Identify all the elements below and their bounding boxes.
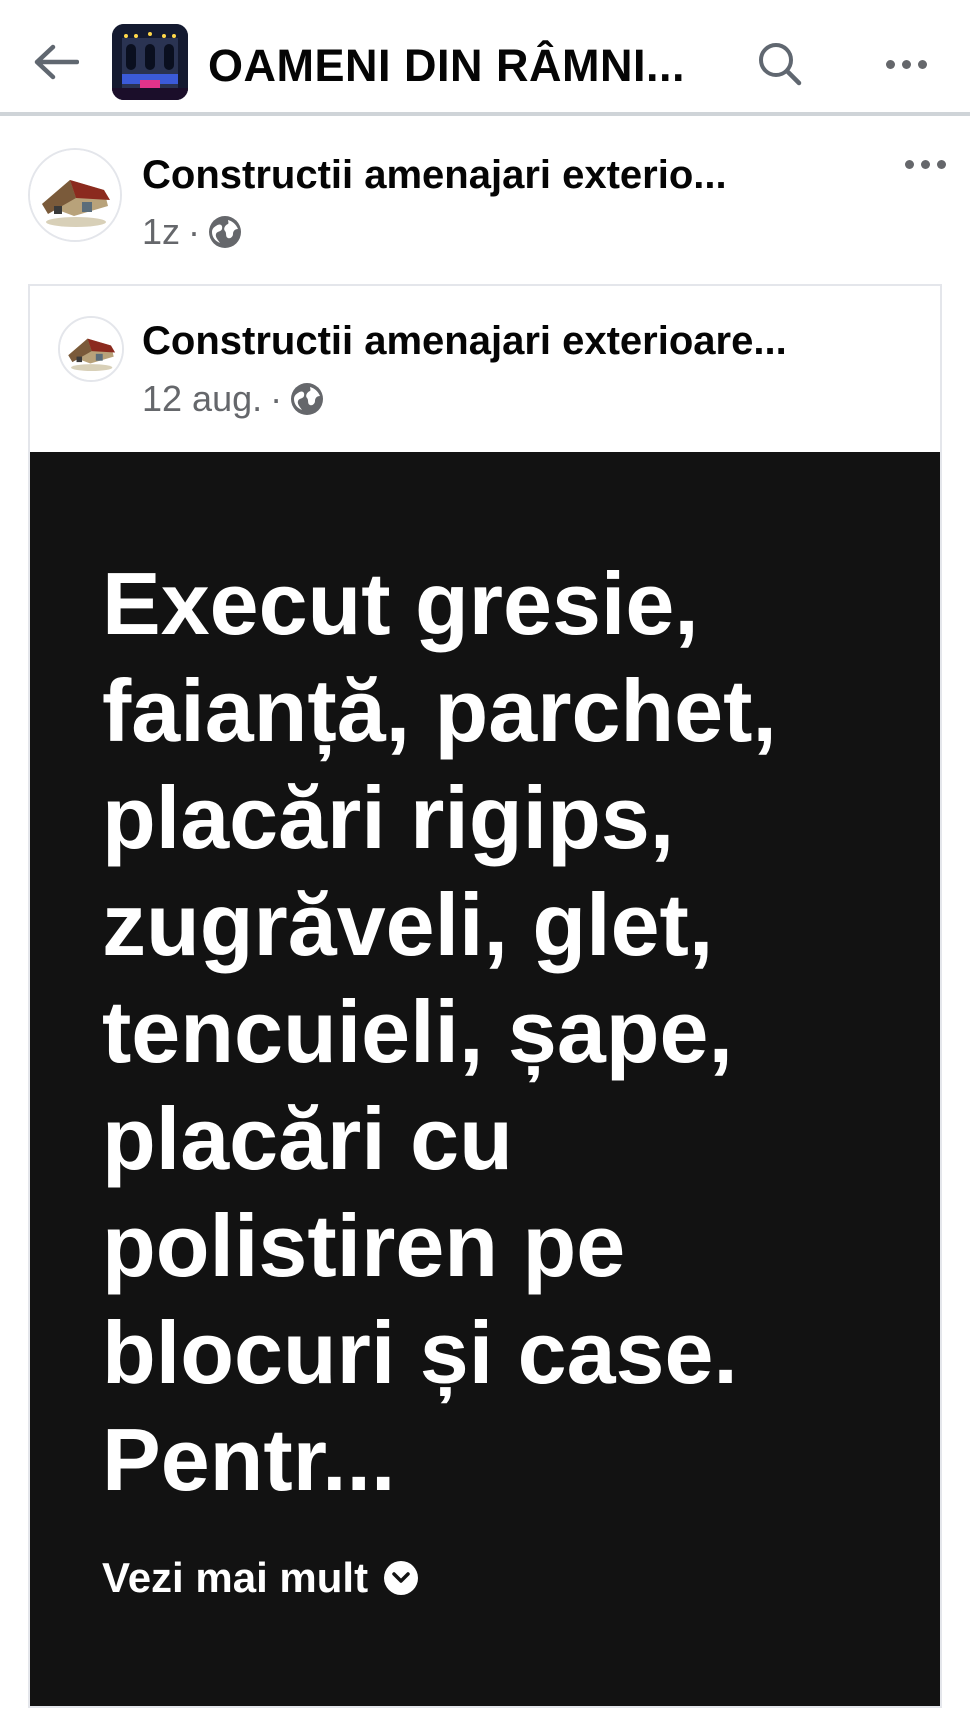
chevron-down-circle-icon — [384, 1561, 419, 1595]
see-more-label: Vezi mai mult — [102, 1554, 369, 1601]
shared-author-name[interactable]: Constructii amenajari exterioare... — [142, 314, 922, 368]
top-app-bar: OAMENI DIN RÂMNI... — [0, 0, 970, 116]
search-button[interactable] — [752, 36, 808, 92]
group-more-options-button[interactable] — [874, 36, 938, 92]
post-author-name[interactable]: Constructii amenajari exterio... — [142, 148, 842, 202]
shared-post-header: Constructii amenajari exterioare... 12 a… — [30, 286, 940, 452]
more-horizontal-icon — [885, 59, 927, 69]
header-divider — [0, 112, 970, 116]
post-more-options-button[interactable] — [894, 144, 956, 184]
back-button[interactable] — [28, 38, 84, 86]
shared-author-avatar[interactable] — [58, 316, 124, 382]
group-title[interactable]: OAMENI DIN RÂMNI... — [208, 38, 728, 94]
more-horizontal-icon — [904, 159, 946, 169]
post-timestamp[interactable]: 1z — [142, 211, 180, 253]
see-more-button[interactable]: Vezi mai mult — [102, 1548, 419, 1608]
text-post-body: Execut gresie, faianță, parchet, placări… — [102, 554, 777, 1509]
globe-icon — [209, 216, 242, 248]
post-meta: 1z · — [142, 208, 242, 256]
group-cover-thumbnail[interactable] — [112, 24, 188, 100]
text-post-background[interactable]: Execut gresie, faianță, parchet, placări… — [30, 452, 940, 1706]
search-icon — [759, 43, 802, 86]
meta-separator: · — [270, 378, 283, 419]
group-cover-image — [112, 24, 188, 100]
house-logo-image — [30, 150, 120, 240]
house-logo-image — [60, 318, 122, 380]
post-author-avatar[interactable] — [28, 148, 122, 242]
shared-post-timestamp[interactable]: 12 aug. — [142, 378, 262, 420]
globe-icon — [291, 383, 324, 415]
shared-post-card[interactable]: Constructii amenajari exterioare... 12 a… — [28, 284, 942, 1708]
arrow-left-icon — [34, 44, 79, 80]
meta-separator: · — [188, 211, 201, 252]
shared-post-meta: 12 aug. · — [142, 374, 324, 424]
